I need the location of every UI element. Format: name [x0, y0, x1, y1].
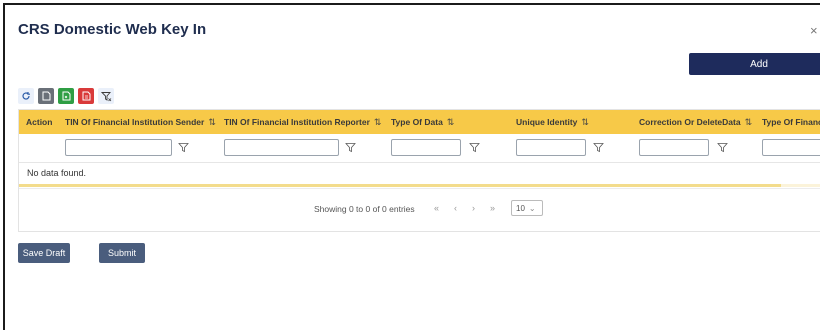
filter-input-correction-delete[interactable] [639, 139, 709, 156]
filter-icon[interactable] [345, 142, 356, 153]
dialog-frame: CRS Domestic Web Key In × Add Action TIN… [3, 3, 820, 330]
data-table: Action TIN Of Financial Institution Send… [18, 109, 820, 232]
last-page-icon[interactable]: » [490, 203, 495, 213]
filter-icon[interactable] [178, 142, 189, 153]
add-button[interactable]: Add [689, 53, 820, 75]
sort-icon[interactable]: ⇅ [208, 117, 216, 128]
sort-icon[interactable]: ⇅ [374, 117, 382, 128]
pdf-icon[interactable] [78, 88, 94, 104]
column-header-tin-reporter[interactable]: TIN Of Financial Institution Reporter ⇅ [224, 110, 381, 134]
column-label: Type Of Financia [762, 117, 820, 127]
first-page-icon[interactable]: « [434, 203, 439, 213]
filter-input-tin-sender[interactable] [65, 139, 172, 156]
next-page-icon[interactable]: › [472, 203, 475, 213]
chevron-down-icon: ⌄ [528, 203, 536, 213]
submit-button[interactable]: Submit [99, 243, 145, 263]
refresh-icon[interactable] [18, 88, 34, 104]
column-label: Unique Identity [516, 117, 578, 127]
filter-clear-icon[interactable] [98, 88, 114, 104]
column-label: Type Of Data [391, 117, 443, 127]
empty-message: No data found. [27, 168, 87, 178]
column-header-action: Action [26, 110, 52, 134]
filter-icon[interactable] [717, 142, 728, 153]
paginator-report: Showing 0 to 0 of 0 entries [314, 204, 415, 214]
prev-page-icon[interactable]: ‹ [454, 203, 457, 213]
sort-icon[interactable]: ⇅ [581, 117, 589, 128]
save-draft-button[interactable]: Save Draft [18, 243, 70, 263]
filter-input-unique-identity[interactable] [516, 139, 586, 156]
dialog-title: CRS Domestic Web Key In [18, 21, 207, 38]
column-label: TIN Of Financial Institution Sender [65, 117, 205, 127]
table-toolbar [18, 88, 114, 106]
filter-row [19, 134, 820, 163]
filter-input-type-of-financial[interactable] [762, 139, 820, 156]
column-label: Action [26, 117, 53, 127]
rows-per-page-dropdown[interactable]: 10 ⌄ [511, 200, 543, 216]
filter-input-type-of-data[interactable] [391, 139, 461, 156]
column-label: Correction Or DeleteData [639, 117, 741, 127]
column-label: TIN Of Financial Institution Reporter [224, 117, 370, 127]
filter-input-tin-reporter[interactable] [224, 139, 339, 156]
column-header-tin-sender[interactable]: TIN Of Financial Institution Sender ⇅ [65, 110, 216, 134]
sort-icon[interactable]: ⇅ [447, 117, 455, 128]
filter-icon[interactable] [469, 142, 480, 153]
scrollbar-thumb[interactable] [19, 184, 781, 187]
table-header: Action TIN Of Financial Institution Send… [19, 110, 820, 134]
column-header-unique-identity[interactable]: Unique Identity ⇅ [516, 110, 589, 134]
excel-icon[interactable] [58, 88, 74, 104]
sort-icon[interactable]: ⇅ [745, 117, 753, 128]
paginator: Showing 0 to 0 of 0 entries « ‹ › » 10 ⌄ [19, 188, 820, 231]
document-icon[interactable] [38, 88, 54, 104]
column-header-type-of-financial[interactable]: Type Of Financia [762, 110, 820, 134]
column-header-correction-delete[interactable]: Correction Or DeleteData ⇅ [639, 110, 752, 134]
column-header-type-of-data[interactable]: Type Of Data ⇅ [391, 110, 454, 134]
rows-per-page-value: 10 [516, 203, 525, 213]
filter-icon[interactable] [593, 142, 604, 153]
close-icon[interactable]: × [810, 23, 818, 38]
